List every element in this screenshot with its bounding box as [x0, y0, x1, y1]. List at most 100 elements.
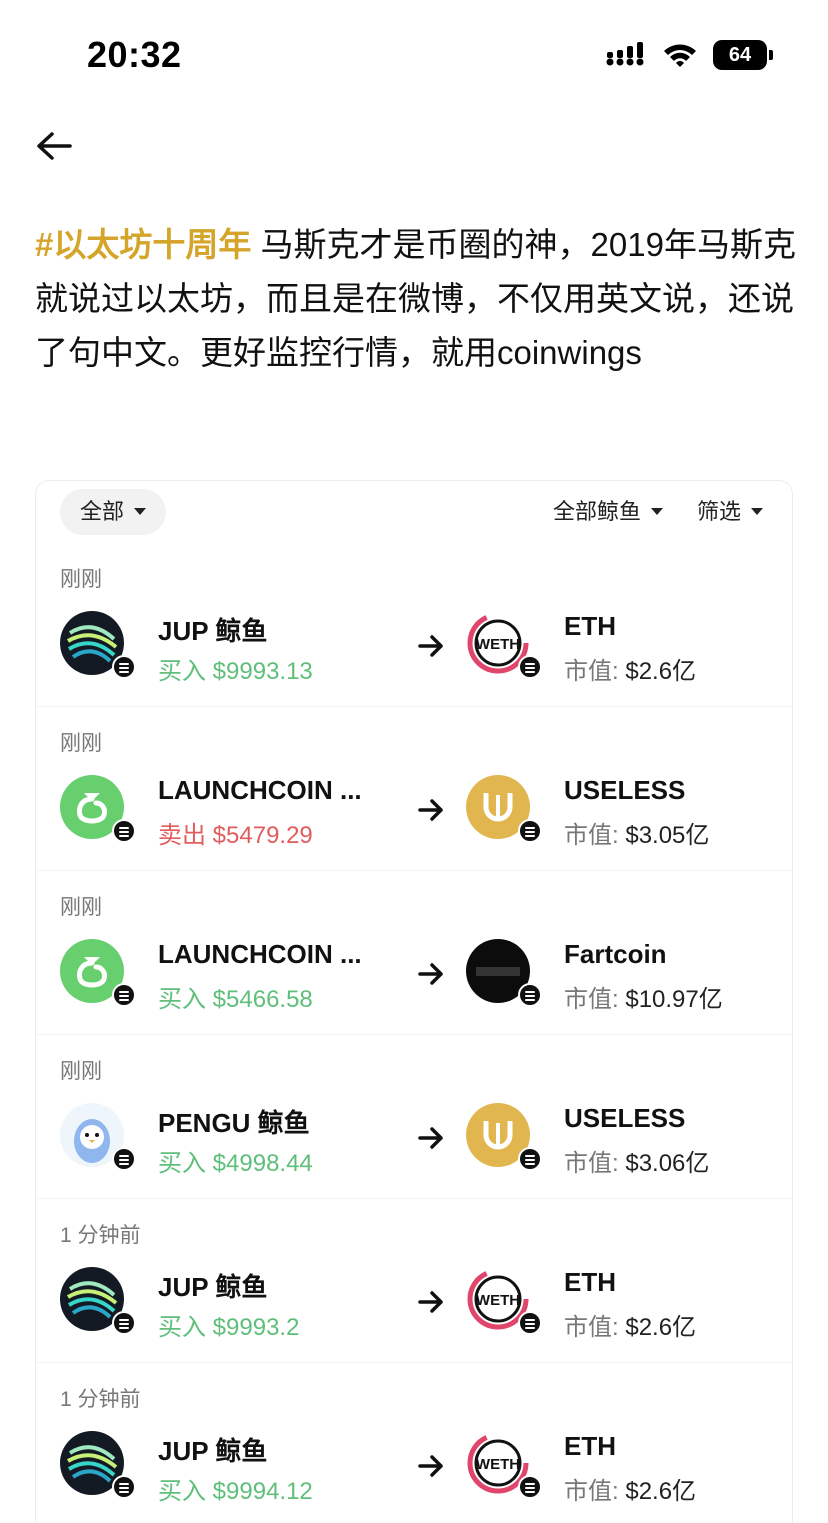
caret-down-icon [751, 508, 764, 516]
back-arrow-icon[interactable] [34, 128, 74, 164]
caret-down-icon [651, 508, 664, 516]
battery-tip [769, 50, 773, 60]
launchcoin-logo-icon [60, 939, 136, 1007]
trade-time: 刚刚 [60, 732, 102, 755]
solana-chain-icon [112, 983, 136, 1007]
weth-logo-icon: WETH [466, 1431, 542, 1499]
token-name: ETH [564, 611, 616, 641]
solana-chain-icon [112, 1311, 136, 1335]
trade-value: $9993.2 [212, 1314, 300, 1341]
filter-screen-dropdown[interactable]: 筛选 [697, 497, 764, 527]
trade-action: 买入 [158, 1314, 206, 1341]
market-cap: 市值: $2.6亿 [564, 1471, 696, 1506]
trade-time: 1 分钟前 [60, 1224, 141, 1247]
market-cap-label: 市值: [564, 1478, 619, 1505]
status-bar: 20:32 64 [0, 0, 828, 110]
trade-time: 刚刚 [60, 1060, 102, 1083]
post-text: #以太坊十周年 马斯克才是币圈的神，2019年马斯克就说过以太坊，而且是在微博，… [35, 218, 805, 380]
trade-amount: 买入 $9993.13 [158, 651, 313, 686]
market-cap-value: $2.6亿 [625, 1478, 697, 1505]
filter-screen-label: 筛选 [697, 499, 742, 524]
trade-list: 刚刚 JUP 鲸鱼 买入 $9993.13 WETH ETH 市值: $2.6亿… [36, 543, 792, 1523]
market-cap: 市值: $2.6亿 [564, 651, 696, 686]
trade-amount: 卖出 $5479.29 [158, 815, 313, 850]
wifi-icon [664, 44, 696, 67]
svg-text:WETH: WETH [476, 1292, 520, 1309]
market-cap-value: $3.06亿 [625, 1150, 710, 1177]
filter-all-dropdown[interactable]: 全部 [60, 489, 167, 535]
trade-row[interactable]: 刚刚 JUP 鲸鱼 买入 $9993.13 WETH ETH 市值: $2.6亿 [36, 543, 792, 707]
solana-chain-icon [112, 1475, 136, 1499]
trade-time: 刚刚 [60, 896, 102, 919]
useless-logo-icon [466, 1103, 542, 1171]
trade-row[interactable]: 1 分钟前 JUP 鲸鱼 买入 $9994.12 WETH ETH 市值: $2… [36, 1363, 792, 1523]
market-cap: 市值: $3.06亿 [564, 1143, 709, 1178]
trade-action: 买入 [158, 658, 206, 685]
trade-action: 卖出 [158, 822, 206, 849]
trade-row[interactable]: 1 分钟前 JUP 鲸鱼 买入 $9993.2 WETH ETH 市值: $2.… [36, 1199, 792, 1363]
useless-logo-icon [466, 775, 542, 843]
market-cap-label: 市值: [564, 822, 619, 849]
solana-chain-icon [518, 983, 542, 1007]
solana-chain-icon [518, 1147, 542, 1171]
arrow-right-icon [418, 635, 443, 657]
battery-level: 64 [713, 40, 767, 70]
solana-chain-icon [112, 655, 136, 679]
wallet-name: LAUNCHCOIN ... [158, 939, 362, 969]
weth-logo-icon: WETH [466, 1267, 542, 1335]
solana-chain-icon [518, 1311, 542, 1335]
weth-logo-icon: WETH [466, 611, 542, 679]
filter-all-label: 全部 [80, 499, 125, 524]
trade-action: 买入 [158, 1150, 206, 1177]
solana-chain-icon [518, 1475, 542, 1499]
trade-value: $9994.12 [212, 1478, 313, 1505]
wallet-name: JUP 鲸鱼 [158, 616, 268, 646]
trade-action: 买入 [158, 986, 206, 1013]
filter-whale-dropdown[interactable]: 全部鲸鱼 [553, 497, 664, 527]
filter-whale-label: 全部鲸鱼 [553, 499, 642, 524]
solana-chain-icon [518, 655, 542, 679]
token-name: USELESS [564, 775, 686, 805]
whale-trades-card: 全部 全部鲸鱼 筛选 刚刚 JUP 鲸鱼 买入 $9993.13 WETH ET… [35, 480, 793, 1523]
trade-value: $5479.29 [212, 822, 313, 849]
market-cap-label: 市值: [564, 1150, 619, 1177]
trade-amount: 买入 $9993.2 [158, 1307, 299, 1342]
jup-logo-icon [60, 1267, 136, 1335]
trade-time: 刚刚 [60, 568, 102, 591]
token-name: USELESS [564, 1103, 686, 1133]
hashtag-link[interactable]: #以太坊十周年 [35, 226, 251, 263]
market-cap: 市值: $10.97亿 [564, 979, 723, 1014]
trade-value: $9993.13 [212, 658, 313, 685]
pengu-logo-icon [60, 1103, 136, 1171]
market-cap: 市值: $2.6亿 [564, 1307, 696, 1342]
wallet-name: JUP 鲸鱼 [158, 1436, 268, 1466]
cellular-signal-icon [606, 42, 644, 66]
market-cap-value: $10.97亿 [625, 986, 723, 1013]
arrow-right-icon [418, 1291, 443, 1313]
arrow-right-icon [418, 963, 443, 985]
arrow-right-icon [418, 799, 443, 821]
trade-row[interactable]: 刚刚 PENGU 鲸鱼 买入 $4998.44 USELESS 市值: $3.0… [36, 1035, 792, 1199]
arrow-right-icon [418, 1455, 443, 1477]
launchcoin-logo-icon [60, 775, 136, 843]
trade-row[interactable]: 刚刚 LAUNCHCOIN ... 买入 $5466.58 Fartcoin 市… [36, 871, 792, 1035]
solana-chain-icon [112, 1147, 136, 1171]
caret-down-icon [134, 508, 147, 516]
market-cap-label: 市值: [564, 986, 619, 1013]
market-cap: 市值: $3.05亿 [564, 815, 709, 850]
trade-value: $4998.44 [212, 1150, 313, 1177]
trade-amount: 买入 $4998.44 [158, 1143, 313, 1178]
fartcoin-logo-icon [466, 939, 542, 1007]
token-name: ETH [564, 1267, 616, 1297]
jup-logo-icon [60, 611, 136, 679]
jup-logo-icon [60, 1431, 136, 1499]
trade-row[interactable]: 刚刚 LAUNCHCOIN ... 卖出 $5479.29 USELESS 市值… [36, 707, 792, 871]
trade-amount: 买入 $5466.58 [158, 979, 313, 1014]
market-cap-label: 市值: [564, 658, 619, 685]
svg-text:WETH: WETH [476, 1456, 520, 1473]
token-name: Fartcoin [564, 939, 667, 969]
trade-amount: 买入 $9994.12 [158, 1471, 313, 1506]
arrow-right-icon [418, 1127, 443, 1149]
wallet-name: PENGU 鲸鱼 [158, 1108, 310, 1138]
market-cap-value: $2.6亿 [625, 1314, 697, 1341]
